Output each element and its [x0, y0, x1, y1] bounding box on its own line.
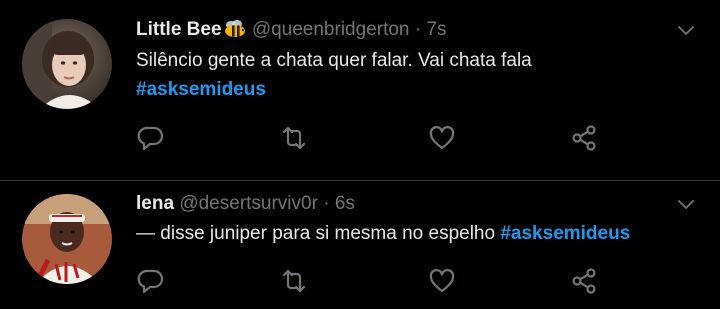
tweet[interactable]: Little Bee @queenbridgerton · 7s Silênci… [0, 0, 720, 180]
display-name[interactable]: Little Bee [136, 19, 222, 40]
tweet-header: Little Bee @queenbridgerton · 7s [136, 18, 446, 45]
reply-icon[interactable] [136, 124, 164, 152]
bee-emoji-icon [223, 20, 247, 45]
chevron-down-icon[interactable] [676, 24, 696, 38]
tweet-text: Silêncio gente a chata quer falar. Vai c… [136, 50, 532, 71]
hashtag-link[interactable]: #asksemideus [136, 79, 266, 100]
like-icon[interactable] [428, 267, 456, 295]
hashtag-link[interactable]: #asksemideus [500, 223, 630, 244]
like-icon[interactable] [428, 124, 456, 152]
timestamp[interactable]: 6s [335, 193, 355, 214]
retweet-icon[interactable] [280, 124, 308, 152]
tweet-header: lena @desertsurviv0r · 6s [136, 192, 355, 216]
avatar[interactable] [22, 194, 112, 284]
avatar[interactable] [22, 19, 112, 109]
tweet-text: — disse juniper para si mesma no espelho [136, 223, 501, 244]
handle[interactable]: @desertsurviv0r [179, 193, 318, 214]
separator: · [323, 193, 330, 214]
display-name[interactable]: lena [136, 193, 174, 214]
timestamp[interactable]: 7s [426, 19, 446, 40]
share-icon[interactable] [570, 267, 598, 295]
handle[interactable]: @queenbridgerton [252, 19, 410, 40]
reply-icon[interactable] [136, 267, 164, 295]
tweet-text-line: — disse juniper para si mesma no espelho… [136, 220, 630, 248]
tweet[interactable]: lena @desertsurviv0r · 6s — disse junipe… [0, 181, 720, 309]
separator: · [414, 19, 422, 40]
retweet-icon[interactable] [280, 267, 308, 295]
chevron-down-icon[interactable] [676, 198, 696, 212]
share-icon[interactable] [570, 124, 598, 152]
